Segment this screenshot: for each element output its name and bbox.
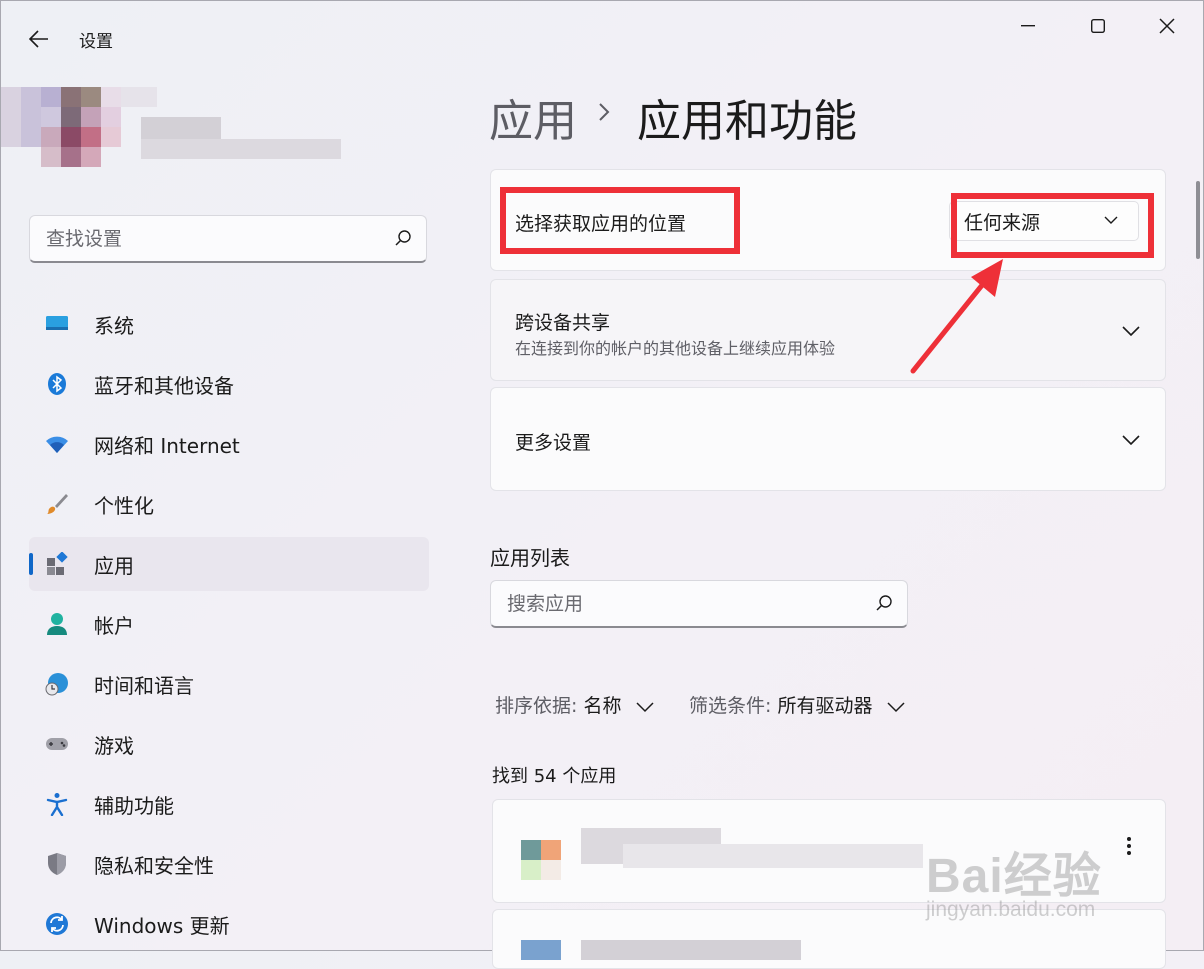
sort-dropdown[interactable]: 排序依据: 名称: [495, 691, 654, 718]
watermark-url: jingyan.baidu.com: [926, 898, 1096, 921]
search-icon[interactable]: [394, 229, 412, 247]
sidebar-item-accounts[interactable]: 帐户: [29, 597, 429, 651]
chevron-down-icon: [635, 701, 654, 712]
settings-search-box[interactable]: [29, 215, 427, 263]
sidebar-item-label: 个性化: [94, 494, 154, 518]
annotation-arrow-icon: [910, 259, 1003, 374]
minimize-button[interactable]: [1005, 9, 1051, 43]
sidebar-item-label: 隐私和安全性: [94, 854, 214, 878]
sidebar-item-label: 应用: [94, 554, 134, 578]
sidebar-item-personalization[interactable]: 个性化: [29, 477, 429, 531]
annotation-box-label: [500, 187, 740, 254]
sort-key-label: 排序依据:: [495, 695, 578, 717]
gamepad-icon: [46, 738, 68, 750]
back-button[interactable]: [25, 25, 53, 53]
sidebar-item-windows-update[interactable]: Windows 更新: [29, 897, 429, 951]
app-icon-blurred: [521, 940, 561, 960]
sidebar-item-label: 时间和语言: [94, 674, 194, 698]
settings-window: 设置 查找设置 系统 蓝牙和其他设备 网络和 Internet 个性化 应用 帐…: [0, 0, 1204, 969]
cross-device-sharing-card[interactable]: 跨设备共享 在连接到你的帐户的其他设备上继续应用体验: [490, 279, 1166, 381]
settings-search-input[interactable]: [44, 216, 378, 262]
filter-value: 所有驱动器: [777, 695, 873, 717]
sidebar-item-label: 辅助功能: [94, 794, 174, 818]
back-arrow-icon: [29, 30, 48, 48]
sidebar-item-label: 系统: [94, 314, 134, 338]
more-settings-card[interactable]: 更多设置: [490, 387, 1166, 491]
expand-chevron-icon[interactable]: [1121, 430, 1141, 450]
app-search-input[interactable]: [505, 581, 859, 627]
search-icon[interactable]: [875, 594, 893, 612]
apps-icon: [47, 552, 68, 575]
sidebar-item-label: 网络和 Internet: [94, 434, 240, 458]
chevron-down-icon: [886, 701, 905, 712]
cross-device-title: 跨设备共享: [515, 312, 611, 334]
sidebar-item-accessibility[interactable]: 辅助功能: [29, 777, 429, 831]
breadcrumb-chevron-icon: [599, 103, 610, 121]
watermark-brand: Bai经验: [926, 850, 1102, 903]
app-list-heading: 应用列表: [490, 546, 570, 570]
sort-value: 名称: [583, 695, 622, 717]
maximize-button[interactable]: [1075, 9, 1121, 43]
sidebar-item-bluetooth[interactable]: 蓝牙和其他设备: [29, 357, 429, 411]
update-icon: [46, 913, 68, 935]
monitor-icon: [46, 316, 68, 330]
sidebar-item-privacy[interactable]: 隐私和安全性: [29, 837, 429, 891]
title-bar: 设置: [1, 1, 1204, 73]
bluetooth-icon: [48, 373, 66, 395]
more-options-button[interactable]: [1123, 834, 1135, 862]
sidebar-item-time-language[interactable]: 时间和语言: [29, 657, 429, 711]
app-name-blurred: [581, 940, 801, 960]
accessibility-icon: [46, 793, 68, 816]
sidebar-item-label: Windows 更新: [94, 914, 230, 938]
account-icon: [47, 613, 67, 635]
filter-key-label: 筛选条件:: [689, 695, 772, 717]
shield-icon: [48, 853, 66, 875]
minimize-icon: [1021, 25, 1035, 27]
wifi-icon: [46, 436, 68, 453]
sidebar-item-apps[interactable]: 应用: [29, 537, 429, 591]
sidebar-item-label: 蓝牙和其他设备: [94, 374, 234, 398]
brush-icon: [47, 494, 68, 514]
baidu-watermark: Bai经验 jingyan.baidu.com: [926, 836, 1102, 921]
sidebar-item-label: 帐户: [94, 614, 134, 638]
more-settings-title: 更多设置: [515, 432, 592, 454]
globe-clock-icon: [45, 673, 68, 696]
close-button[interactable]: [1144, 9, 1190, 43]
app-count-label: 找到 54 个应用: [492, 766, 617, 787]
expand-chevron-icon[interactable]: [1121, 321, 1141, 341]
close-icon: [1159, 18, 1175, 34]
user-profile-blurred: [1, 87, 351, 187]
app-search-box[interactable]: [490, 580, 908, 628]
scrollbar-thumb[interactable]: [1196, 181, 1200, 259]
breadcrumb-parent[interactable]: 应用: [489, 85, 577, 149]
cross-device-subtitle: 在连接到你的帐户的其他设备上继续应用体验: [515, 339, 836, 358]
sidebar-item-system[interactable]: 系统: [29, 297, 429, 351]
page-title: 应用和功能: [637, 96, 857, 147]
active-indicator: [29, 553, 33, 575]
sidebar-item-gaming[interactable]: 游戏: [29, 717, 429, 771]
sidebar-item-label: 游戏: [94, 734, 134, 758]
maximize-icon: [1091, 19, 1105, 33]
sidebar-item-network[interactable]: 网络和 Internet: [29, 417, 429, 471]
app-title: 设置: [79, 32, 113, 52]
annotation-box-dropdown: [951, 193, 1154, 258]
filter-dropdown[interactable]: 筛选条件: 所有驱动器: [689, 691, 905, 718]
